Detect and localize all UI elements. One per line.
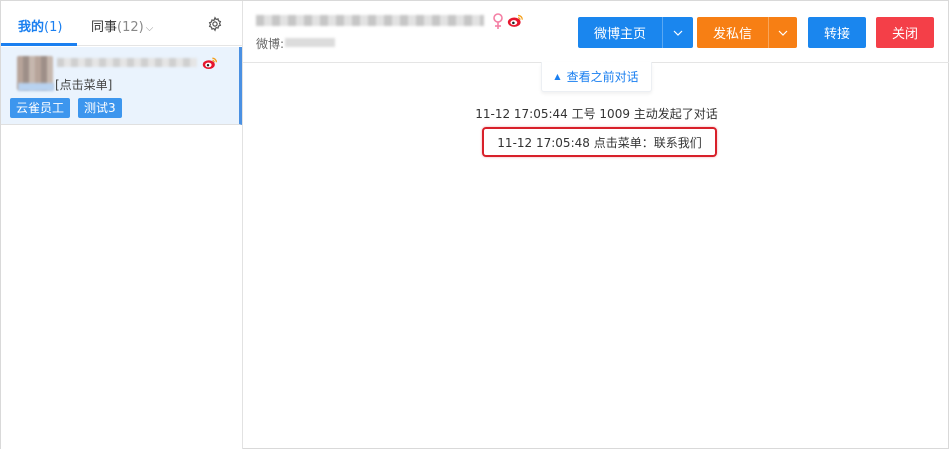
tab-colleagues[interactable]: 同事(12) ⌵ — [91, 16, 153, 35]
chevron-down-icon: ⌵ — [145, 23, 154, 34]
redacted-contact-name — [256, 15, 484, 26]
conversation-item[interactable]: [点击菜单] 云雀员工 测试3 — [1, 47, 242, 125]
weibo-icon — [507, 14, 523, 27]
tab-colleagues-count: (12) — [117, 20, 144, 35]
view-previous-label: 查看之前对话 — [566, 70, 639, 84]
weibo-home-button[interactable]: 微博主页 — [578, 17, 662, 48]
chat-header: 微博: 微博主页 发私信 转接 关闭 — [243, 1, 949, 63]
highlighted-message: 11-12 17:05:48 点击菜单：联系我们 — [482, 127, 717, 157]
redacted-prefix — [18, 83, 54, 91]
tab-mine-label: 我的 — [18, 20, 45, 35]
female-icon — [493, 13, 503, 29]
chevron-down-icon — [778, 30, 788, 36]
tab-mine[interactable]: 我的(1) — [18, 16, 62, 35]
sidebar-tabs: 我的(1) 同事(12) ⌵ — [1, 1, 242, 46]
private-message-dropdown-button[interactable] — [768, 17, 797, 48]
transfer-button[interactable]: 转接 — [808, 17, 866, 48]
last-message: [点击菜单] — [55, 78, 113, 92]
private-message-button[interactable]: 发私信 — [697, 17, 768, 48]
weibo-label: 微博: — [256, 37, 285, 51]
chat-panel: 微博: 微博主页 发私信 转接 关闭 ▲ 查看之前对话 11-12 17:05:… — [243, 1, 949, 449]
weibo-home-dropdown-button[interactable] — [662, 17, 693, 48]
close-button[interactable]: 关闭 — [876, 17, 934, 48]
chevron-down-icon — [673, 30, 683, 36]
view-previous-button[interactable]: ▲ 查看之前对话 — [541, 62, 652, 92]
sidebar: 我的(1) 同事(12) ⌵ [点击菜单] 云雀员工 测试3 — [1, 1, 243, 449]
tab-colleagues-label: 同事 — [91, 20, 118, 35]
app-window: 我的(1) 同事(12) ⌵ [点击菜单] 云雀员工 测试3 微博: 微博主页 … — [0, 0, 949, 449]
system-message: 11-12 17:05:44 工号 1009 主动发起了对话 — [475, 107, 718, 121]
tag-badge: 测试3 — [78, 98, 122, 118]
system-message: 11-12 17:05:48 点击菜单：联系我们 — [497, 135, 702, 150]
tab-mine-count: (1) — [44, 20, 63, 35]
redacted-username — [57, 58, 197, 67]
triangle-up-icon: ▲ — [554, 72, 561, 81]
redacted-weibo-id — [285, 38, 335, 47]
active-tab-indicator — [1, 43, 77, 46]
weibo-icon — [202, 57, 218, 69]
tag-badge: 云雀员工 — [10, 98, 71, 118]
gear-icon[interactable] — [207, 16, 223, 32]
